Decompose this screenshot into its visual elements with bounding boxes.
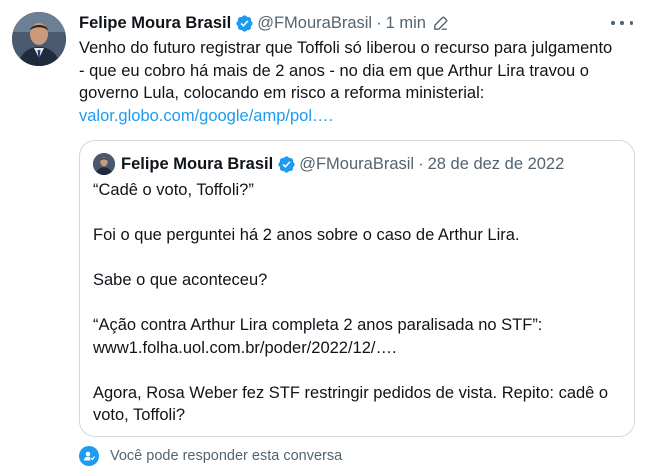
reply-permission-icon [79,446,99,466]
quoted-text-line: Foi o que perguntei há 2 anos sobre o ca… [93,226,520,244]
author-avatar[interactable] [12,12,66,66]
more-options-icon[interactable] [611,14,633,32]
tweet-time[interactable]: 1 min [386,14,426,33]
quoted-text-link: www1.folha.uol.com.br/poder/2022/12/…. [93,338,397,357]
quoted-text-line: “Ação contra Arthur Lira completa 2 anos… [93,316,543,334]
quoted-text-line: Sabe o que aconteceu? [93,271,268,289]
reply-permission-text: Você pode responder esta conversa [110,448,343,464]
quoted-text-line: voto, Toffoli? [93,406,186,424]
tweet-text: Venho do futuro registrar que Toffoli só… [79,37,639,127]
quoted-author-handle: @FMouraBrasil [299,154,415,173]
tweet-header: Felipe Moura Brasil @FMouraBrasil · 1 mi… [79,12,449,34]
tweet[interactable]: Felipe Moura Brasil @FMouraBrasil · 1 mi… [0,0,653,475]
quoted-tweet-date: 28 de dez de 2022 [427,154,565,173]
verified-badge-icon [277,155,296,174]
separator-dot: · [418,154,424,173]
edit-icon[interactable] [432,15,449,32]
verified-badge-icon[interactable] [235,14,254,33]
tweet-text-line: governo Lula, colocando em risco a refor… [79,84,485,102]
tweet-text-line: Venho do futuro registrar que Toffoli só… [79,39,613,57]
quoted-text-line: Agora, Rosa Weber fez STF restringir ped… [93,383,609,402]
quoted-author-avatar [93,153,115,175]
quoted-tweet[interactable]: Felipe Moura Brasil @FMouraBrasil · 28 d… [79,140,635,437]
separator-dot: · [376,13,382,32]
author-handle[interactable]: @FMouraBrasil [257,14,372,33]
quoted-author-name: Felipe Moura Brasil [121,154,274,173]
quoted-text-line: “Cadê o voto, Toffoli?” [93,181,254,199]
tweet-text-line: - que eu cobro há mais de 2 anos - no di… [79,61,589,80]
quoted-tweet-header: Felipe Moura Brasil @FMouraBrasil · 28 d… [93,153,564,175]
author-name[interactable]: Felipe Moura Brasil [79,14,231,33]
reply-permission-note: Você pode responder esta conversa [79,445,342,467]
quoted-tweet-text: “Cadê o voto, Toffoli?” Foi o que pergun… [93,179,628,427]
tweet-link[interactable]: valor.globo.com/google/amp/pol…. [79,105,639,128]
